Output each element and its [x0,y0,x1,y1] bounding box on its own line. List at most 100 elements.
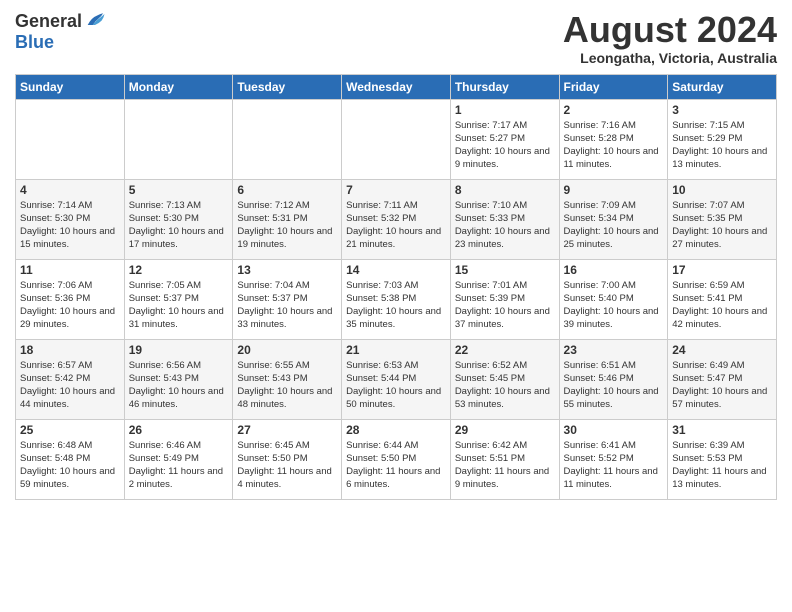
cell-content: Sunrise: 6:41 AMSunset: 5:52 PMDaylight:… [564,440,658,491]
day-number: 4 [20,183,120,197]
cell-content: Sunrise: 7:13 AMSunset: 5:30 PMDaylight:… [129,200,224,251]
column-header-thursday: Thursday [450,74,559,99]
cell-content: Sunrise: 7:05 AMSunset: 5:37 PMDaylight:… [129,280,224,331]
cell-content: Sunrise: 7:16 AMSunset: 5:28 PMDaylight:… [564,120,659,171]
day-number: 11 [20,263,120,277]
calendar-cell: 18 Sunrise: 6:57 AMSunset: 5:42 PMDayligh… [16,339,125,419]
calendar-cell: 29Sunrise: 6:42 AMSunset: 5:51 PMDayligh… [450,419,559,499]
day-number: 28 [346,423,446,437]
day-number: 22 [455,343,555,357]
day-number: 18 [20,343,120,357]
day-number: 26 [129,423,229,437]
day-number: 14 [346,263,446,277]
day-number: 31 [672,423,772,437]
calendar-cell: 15 Sunrise: 7:01 AMSunset: 5:39 PMDayligh… [450,259,559,339]
calendar-cell: 6 Sunrise: 7:12 AMSunset: 5:31 PMDaylight… [233,179,342,259]
day-number: 9 [564,183,664,197]
cell-content: Sunrise: 7:12 AMSunset: 5:31 PMDaylight:… [237,200,332,251]
cell-content: Sunrise: 6:46 AMSunset: 5:49 PMDaylight:… [129,440,223,491]
calendar-cell [124,99,233,179]
cell-content: Sunrise: 6:55 AMSunset: 5:43 PMDaylight:… [237,360,332,411]
day-number: 13 [237,263,337,277]
calendar-header-row: SundayMondayTuesdayWednesdayThursdayFrid… [16,74,777,99]
day-number: 30 [564,423,664,437]
column-header-saturday: Saturday [668,74,777,99]
cell-content: Sunrise: 7:06 AMSunset: 5:36 PMDaylight:… [20,280,115,331]
cell-content: Sunrise: 6:57 AMSunset: 5:42 PMDaylight:… [20,360,115,411]
calendar-week-row: 25 Sunrise: 6:48 AMSunset: 5:48 PMDayligh… [16,419,777,499]
calendar-cell: 1Sunrise: 7:17 AMSunset: 5:27 PMDaylight… [450,99,559,179]
logo-blue-text: Blue [15,32,54,53]
calendar-cell [342,99,451,179]
day-number: 17 [672,263,772,277]
day-number: 12 [129,263,229,277]
cell-content: Sunrise: 6:48 AMSunset: 5:48 PMDaylight:… [20,440,115,491]
calendar-cell: 17 Sunrise: 6:59 AMSunset: 5:41 PMDayligh… [668,259,777,339]
calendar-table: SundayMondayTuesdayWednesdayThursdayFrid… [15,74,777,500]
cell-content: Sunrise: 7:15 AMSunset: 5:29 PMDaylight:… [672,120,767,171]
day-number: 24 [672,343,772,357]
location-text: Leongatha, Victoria, Australia [563,50,777,66]
day-number: 27 [237,423,337,437]
cell-content: Sunrise: 7:14 AMSunset: 5:30 PMDaylight:… [20,200,115,251]
day-number: 5 [129,183,229,197]
calendar-cell: 3 Sunrise: 7:15 AMSunset: 5:29 PMDaylight… [668,99,777,179]
day-number: 3 [672,103,772,117]
day-number: 10 [672,183,772,197]
calendar-cell: 10Sunrise: 7:07 AMSunset: 5:35 PMDayligh… [668,179,777,259]
cell-content: Sunrise: 6:51 AMSunset: 5:46 PMDaylight:… [564,360,659,411]
calendar-cell: 13 Sunrise: 7:04 AMSunset: 5:37 PMDayligh… [233,259,342,339]
calendar-cell: 21Sunrise: 6:53 AMSunset: 5:44 PMDayligh… [342,339,451,419]
cell-content: Sunrise: 6:59 AMSunset: 5:41 PMDaylight:… [672,280,767,331]
calendar-cell: 7Sunrise: 7:11 AMSunset: 5:32 PMDaylight… [342,179,451,259]
calendar-cell: 5 Sunrise: 7:13 AMSunset: 5:30 PMDaylight… [124,179,233,259]
cell-content: Sunrise: 7:10 AMSunset: 5:33 PMDaylight:… [455,200,550,251]
calendar-cell [233,99,342,179]
cell-content: Sunrise: 6:42 AMSunset: 5:51 PMDaylight:… [455,440,549,491]
day-number: 19 [129,343,229,357]
cell-content: Sunrise: 6:45 AMSunset: 5:50 PMDaylight:… [237,440,331,491]
column-header-tuesday: Tuesday [233,74,342,99]
calendar-cell: 8 Sunrise: 7:10 AMSunset: 5:33 PMDaylight… [450,179,559,259]
day-number: 20 [237,343,337,357]
day-number: 23 [564,343,664,357]
calendar-week-row: 18 Sunrise: 6:57 AMSunset: 5:42 PMDayligh… [16,339,777,419]
column-header-monday: Monday [124,74,233,99]
calendar-week-row: 1Sunrise: 7:17 AMSunset: 5:27 PMDaylight… [16,99,777,179]
cell-content: Sunrise: 7:17 AMSunset: 5:27 PMDaylight:… [455,120,550,171]
day-number: 16 [564,263,664,277]
cell-content: Sunrise: 6:56 AMSunset: 5:43 PMDaylight:… [129,360,224,411]
cell-content: Sunrise: 6:39 AMSunset: 5:53 PMDaylight:… [672,440,766,491]
calendar-cell: 19 Sunrise: 6:56 AMSunset: 5:43 PMDayligh… [124,339,233,419]
calendar-cell: 31 Sunrise: 6:39 AMSunset: 5:53 PMDayligh… [668,419,777,499]
cell-content: Sunrise: 7:04 AMSunset: 5:37 PMDaylight:… [237,280,332,331]
calendar-cell: 2 Sunrise: 7:16 AMSunset: 5:28 PMDaylight… [559,99,668,179]
calendar-cell: 27 Sunrise: 6:45 AMSunset: 5:50 PMDayligh… [233,419,342,499]
logo: General Blue [15,10,106,53]
calendar-cell: 28 Sunrise: 6:44 AMSunset: 5:50 PMDayligh… [342,419,451,499]
day-number: 8 [455,183,555,197]
logo-general-text: General [15,11,82,32]
cell-content: Sunrise: 6:44 AMSunset: 5:50 PMDaylight:… [346,440,440,491]
day-number: 6 [237,183,337,197]
calendar-week-row: 4 Sunrise: 7:14 AMSunset: 5:30 PMDaylight… [16,179,777,259]
calendar-cell: 9Sunrise: 7:09 AMSunset: 5:34 PMDaylight… [559,179,668,259]
cell-content: Sunrise: 7:01 AMSunset: 5:39 PMDaylight:… [455,280,550,331]
cell-content: Sunrise: 7:03 AMSunset: 5:38 PMDaylight:… [346,280,441,331]
calendar-container: General Blue August 2024 Leongatha, Vict… [0,0,792,510]
calendar-cell: 26 Sunrise: 6:46 AMSunset: 5:49 PMDayligh… [124,419,233,499]
month-title: August 2024 [563,10,777,50]
day-number: 15 [455,263,555,277]
cell-content: Sunrise: 7:00 AMSunset: 5:40 PMDaylight:… [564,280,659,331]
calendar-week-row: 11 Sunrise: 7:06 AMSunset: 5:36 PMDayligh… [16,259,777,339]
header: General Blue August 2024 Leongatha, Vict… [15,10,777,66]
column-header-sunday: Sunday [16,74,125,99]
calendar-cell: 12 Sunrise: 7:05 AMSunset: 5:37 PMDayligh… [124,259,233,339]
calendar-cell: 14 Sunrise: 7:03 AMSunset: 5:38 PMDayligh… [342,259,451,339]
day-number: 2 [564,103,664,117]
calendar-cell [16,99,125,179]
cell-content: Sunrise: 6:52 AMSunset: 5:45 PMDaylight:… [455,360,550,411]
column-header-wednesday: Wednesday [342,74,451,99]
day-number: 25 [20,423,120,437]
calendar-cell: 30 Sunrise: 6:41 AMSunset: 5:52 PMDayligh… [559,419,668,499]
